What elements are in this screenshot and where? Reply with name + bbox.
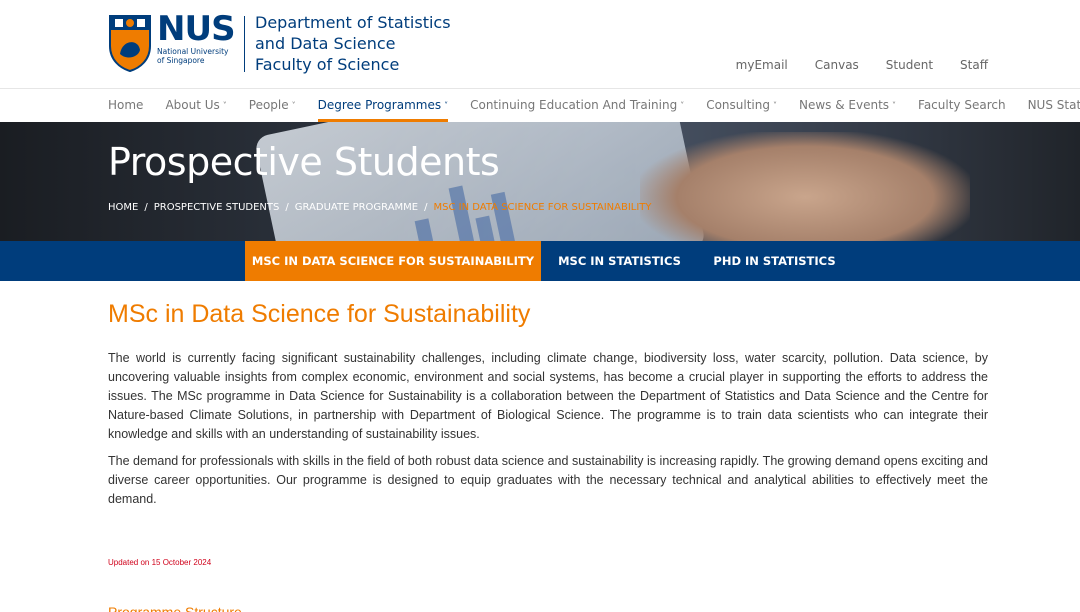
util-link-canvas[interactable]: Canvas bbox=[815, 58, 859, 72]
nav-item-nus-statistics-soci[interactable]: NUS Statistics Soci bbox=[1028, 89, 1080, 122]
chevron-down-icon: ˅ bbox=[892, 101, 897, 110]
banner-hand-image bbox=[640, 132, 970, 241]
programme-tabs: MSC IN DATA SCIENCE FOR SUSTAINABILITY M… bbox=[0, 241, 1080, 281]
updated-date: Updated on 15 October 2024 bbox=[108, 558, 212, 567]
dept-line-1: Department of Statistics bbox=[255, 13, 451, 32]
utility-links: myEmail Canvas Student Staff bbox=[736, 58, 988, 72]
util-link-student[interactable]: Student bbox=[886, 58, 933, 72]
demand-paragraph: The demand for professionals with skills… bbox=[108, 454, 988, 506]
nav-item-continuing-education-and-training[interactable]: Continuing Education And Training ˅ bbox=[470, 89, 684, 122]
chevron-down-icon: ˅ bbox=[772, 101, 777, 110]
main-content: MSc in Data Science for Sustainability T… bbox=[108, 300, 988, 517]
chevron-down-icon: ˅ bbox=[680, 101, 685, 110]
tab-msc-statistics[interactable]: MSC IN STATISTICS bbox=[541, 241, 698, 281]
nus-subtitle-line2: of Singapore bbox=[157, 56, 205, 65]
nav-item-label: Consulting bbox=[706, 98, 770, 112]
site-header: NUS National University of Singapore Dep… bbox=[0, 0, 1080, 88]
chevron-down-icon: ˅ bbox=[444, 101, 449, 110]
tab-msc-data-science-sustainability[interactable]: MSC IN DATA SCIENCE FOR SUSTAINABILITY bbox=[245, 241, 541, 281]
chevron-down-icon: ˅ bbox=[291, 101, 296, 110]
nav-item-label: Continuing Education And Training bbox=[470, 98, 678, 112]
breadcrumb-separator: / bbox=[424, 202, 428, 213]
nav-item-faculty-search[interactable]: Faculty Search bbox=[918, 89, 1006, 122]
nav-item-people[interactable]: People ˅ bbox=[249, 89, 296, 122]
nav-item-label: People bbox=[248, 98, 289, 112]
chevron-down-icon: ˅ bbox=[222, 101, 227, 110]
nav-item-label: Faculty Search bbox=[918, 98, 1006, 112]
breadcrumb-separator: / bbox=[144, 202, 148, 213]
breadcrumb-prospective-students[interactable]: PROSPECTIVE STUDENTS bbox=[154, 202, 280, 213]
util-link-myemail[interactable]: myEmail bbox=[736, 58, 788, 72]
breadcrumb-home[interactable]: HOME bbox=[108, 202, 138, 213]
nav-item-label: Degree Programmes bbox=[317, 98, 442, 112]
nav-item-home[interactable]: Home bbox=[108, 89, 143, 122]
nav-item-consulting[interactable]: Consulting ˅ bbox=[706, 89, 777, 122]
nav-item-label: News & Events bbox=[798, 98, 890, 112]
section-heading: MSc in Data Science for Sustainability bbox=[108, 300, 531, 328]
nus-crest-icon bbox=[109, 15, 151, 72]
page-title: Prospective Students bbox=[108, 140, 500, 184]
util-link-staff[interactable]: Staff bbox=[960, 58, 988, 72]
nus-subtitle-line1: National University bbox=[157, 47, 229, 56]
programme-structure-heading: Programme Structure bbox=[108, 604, 242, 612]
nav-item-degree-programmes[interactable]: Degree Programmes ˅ bbox=[317, 89, 449, 122]
intro-paragraph: The world is currently facing significan… bbox=[108, 351, 988, 441]
nav-item-label: About Us bbox=[165, 98, 220, 112]
breadcrumb-graduate-programme[interactable]: GRADUATE PROGRAMME bbox=[295, 202, 418, 213]
dept-line-2: and Data Science bbox=[255, 34, 396, 53]
nus-logo[interactable]: NUS National University of Singapore bbox=[108, 9, 236, 72]
hero-banner: Prospective Students HOME / PROSPECTIVE … bbox=[0, 122, 1080, 241]
breadcrumb-current: MSC IN DATA SCIENCE FOR SUSTAINABILITY bbox=[433, 202, 652, 213]
main-nav: Home About Us ˅ People ˅ Degree Programmes ˅ Co… bbox=[0, 88, 1080, 122]
nav-item-about-us[interactable]: About Us ˅ bbox=[165, 89, 226, 122]
nus-wordmark: NUS bbox=[157, 9, 236, 49]
tab-phd-statistics[interactable]: PHD IN STATISTICS bbox=[698, 241, 851, 281]
dept-line-3: Faculty of Science bbox=[255, 55, 400, 74]
logo-divider bbox=[244, 16, 245, 72]
breadcrumb: HOME / PROSPECTIVE STUDENTS / GRADUATE P… bbox=[108, 202, 652, 213]
nav-item-label: Home bbox=[108, 98, 144, 112]
nav-item-label: NUS Statistics Soci bbox=[1027, 98, 1080, 112]
breadcrumb-separator: / bbox=[285, 202, 289, 213]
nav-item-news-events[interactable]: News & Events ˅ bbox=[799, 89, 896, 122]
department-title[interactable]: Department of Statistics and Data Scienc… bbox=[255, 12, 451, 75]
